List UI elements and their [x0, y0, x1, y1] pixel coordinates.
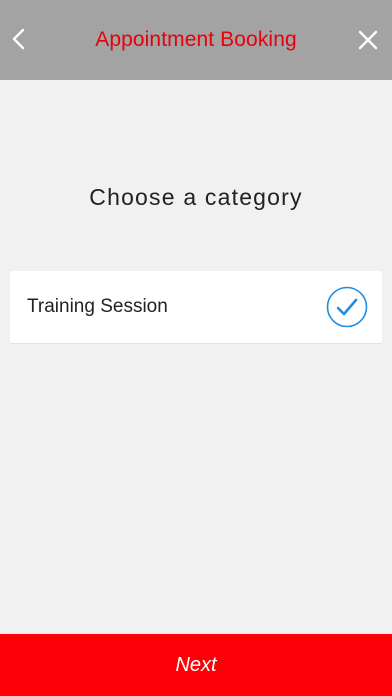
category-item-training-session[interactable]: Training Session — [10, 271, 382, 344]
page-title: Appointment Booking — [95, 28, 297, 51]
choose-category-heading: Choose a category — [89, 184, 303, 210]
app-header: Appointment Booking — [0, 0, 392, 80]
category-item-label: Training Session — [27, 296, 168, 317]
checkmark-circle-icon[interactable] — [326, 286, 368, 328]
close-icon[interactable] — [356, 28, 380, 52]
next-button[interactable]: Next — [0, 634, 392, 696]
